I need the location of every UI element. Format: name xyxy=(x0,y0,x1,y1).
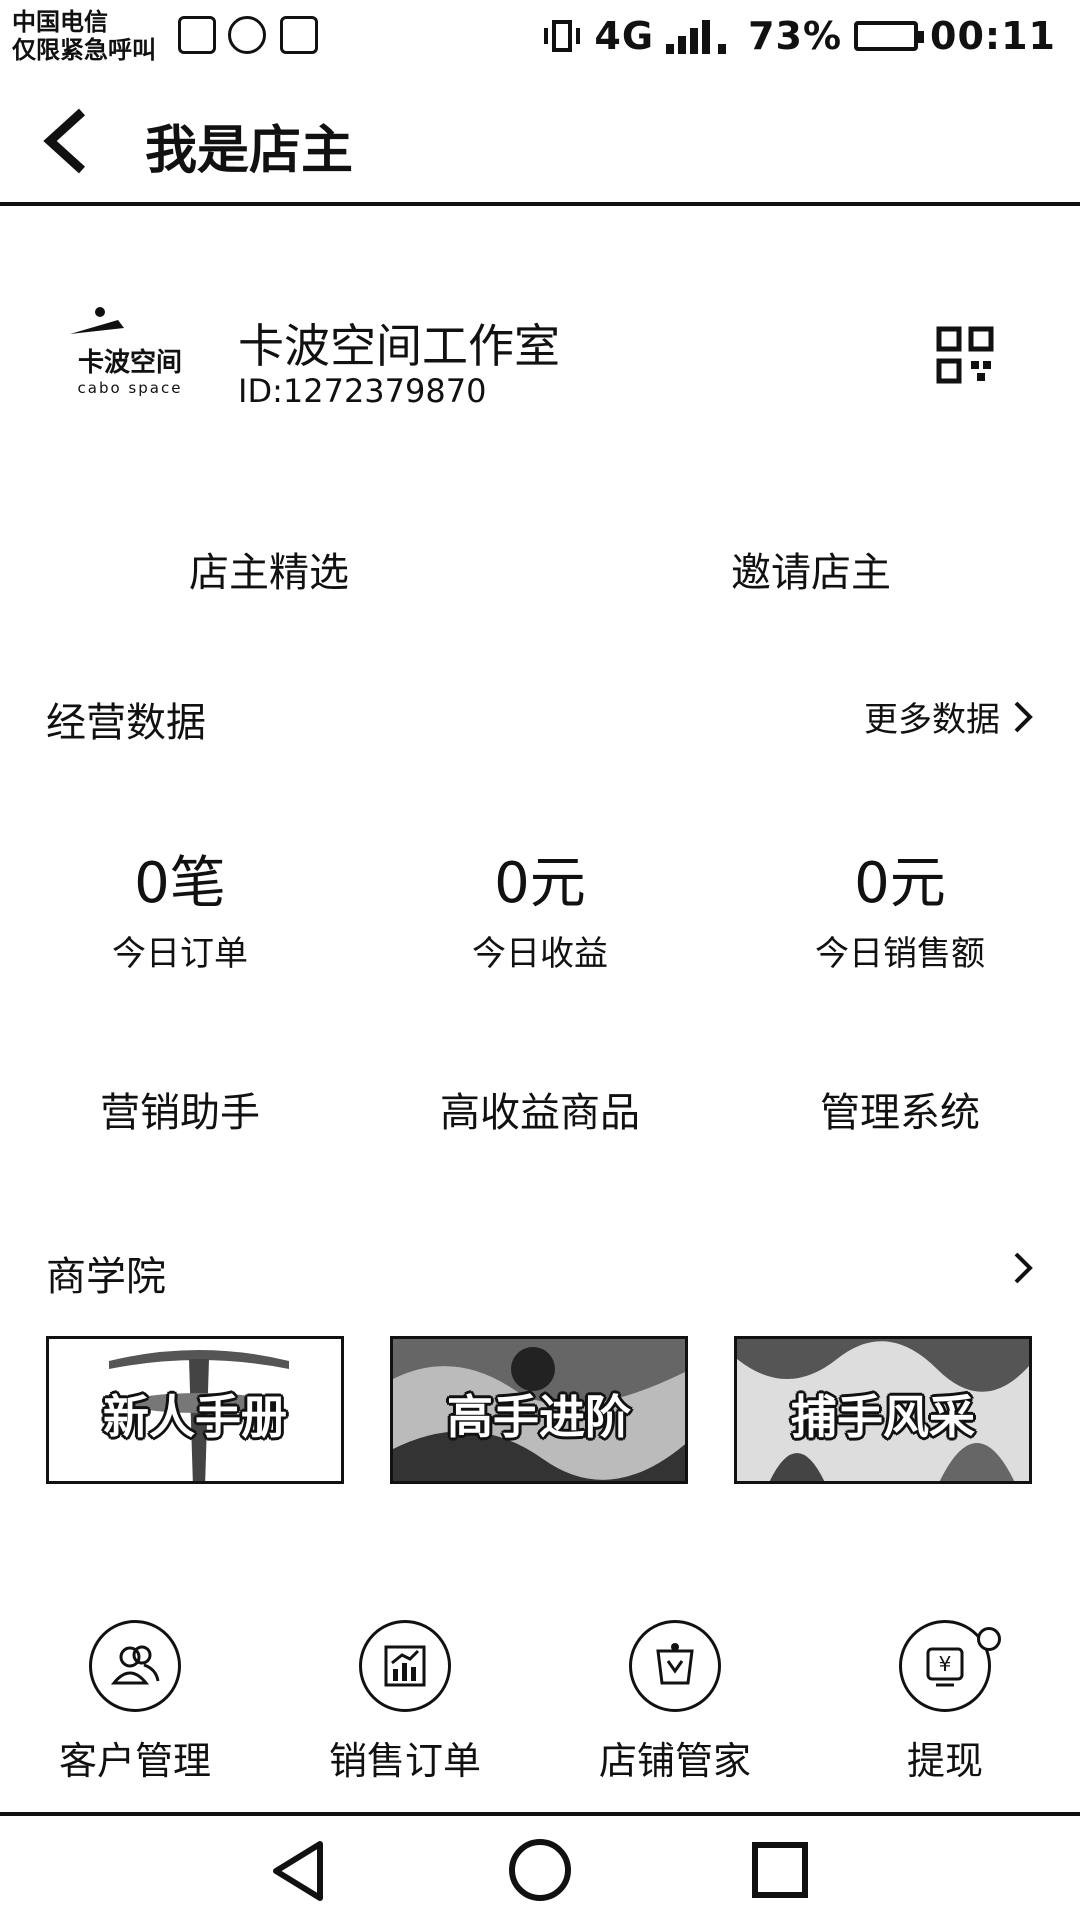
action-label: 提现 xyxy=(906,1739,983,1783)
academy-chevron-icon[interactable] xyxy=(1010,1248,1036,1288)
academy-card-newbie[interactable]: 新人手册 xyxy=(46,1336,344,1484)
more-data-link[interactable]: 更多数据 xyxy=(864,692,1036,741)
battery-percent: 73% xyxy=(748,14,843,58)
users-icon xyxy=(89,1620,181,1712)
notification-dot xyxy=(977,1627,1001,1651)
qr-code-icon[interactable] xyxy=(936,326,994,384)
app-notification-icon xyxy=(280,16,318,54)
camera-notification-icon xyxy=(228,16,266,54)
nav-recents-icon[interactable] xyxy=(750,1840,810,1900)
action-label: 客户管理 xyxy=(58,1739,211,1783)
vibrate-icon xyxy=(544,20,581,52)
customer-management-button[interactable]: 客户管理 xyxy=(0,1620,270,1785)
stat-value: 0元 xyxy=(494,851,586,916)
high-profit-goods-button[interactable]: 高收益商品 xyxy=(380,1080,700,1138)
clock: 00:11 xyxy=(930,14,1056,58)
stat-label: 今日收益 xyxy=(472,934,608,974)
shop-id: ID:1272379870 xyxy=(238,372,487,410)
stat-orders[interactable]: 0笔 今日订单 xyxy=(30,852,330,975)
status-bar: 中国电信 仅限紧急呼叫 4G 73% 00:11 xyxy=(0,0,1080,80)
carrier-info: 中国电信 仅限紧急呼叫 xyxy=(12,8,156,64)
card-label: 捕手风采 xyxy=(791,1390,975,1444)
card-label: 高手进阶 xyxy=(447,1390,631,1444)
card-label: 新人手册 xyxy=(103,1390,287,1444)
nav-home-icon[interactable] xyxy=(506,1836,574,1904)
back-arrow-icon[interactable] xyxy=(38,106,98,176)
more-data-label: 更多数据 xyxy=(864,700,1000,740)
signal-icon xyxy=(666,20,727,54)
stat-label: 今日销售额 xyxy=(815,934,985,974)
sales-orders-button[interactable]: 销售订单 xyxy=(270,1620,540,1785)
stat-sales[interactable]: 0元 今日销售额 xyxy=(750,852,1050,975)
business-data-title: 经营数据 xyxy=(46,700,206,746)
marketing-assistant-button[interactable]: 营销助手 xyxy=(20,1080,340,1138)
svg-text:¥: ¥ xyxy=(939,1652,952,1676)
status-indicators: 4G 73% 00:11 xyxy=(542,14,1056,58)
action-label: 店铺管家 xyxy=(598,1739,751,1783)
chart-icon xyxy=(359,1620,451,1712)
logo-subtext: cabo space xyxy=(77,379,183,397)
shop-manager-button[interactable]: 店铺管家 xyxy=(540,1620,810,1785)
nav-back-icon[interactable] xyxy=(268,1838,330,1904)
stat-value: 0元 xyxy=(854,851,946,916)
stat-value: 0笔 xyxy=(134,851,226,916)
shop-name: 卡波空间工作室 xyxy=(238,319,560,373)
academy-title: 商学院 xyxy=(46,1254,166,1300)
tab-featured[interactable]: 店主精选 xyxy=(69,540,469,598)
academy-card-showcase[interactable]: 捕手风采 xyxy=(734,1336,1032,1484)
shop-icon xyxy=(629,1620,721,1712)
carrier-name: 中国电信 xyxy=(12,8,108,36)
logo-text: 卡波空间 xyxy=(77,348,182,378)
network-type: 4G xyxy=(594,14,655,58)
page-title: 我是店主 xyxy=(145,121,354,181)
management-system-button[interactable]: 管理系统 xyxy=(740,1080,1060,1138)
notification-icon xyxy=(178,16,216,54)
stat-label: 今日订单 xyxy=(112,934,248,974)
chevron-right-icon xyxy=(1014,701,1033,732)
action-label: 销售订单 xyxy=(328,1739,481,1783)
emergency-only-text: 仅限紧急呼叫 xyxy=(12,36,156,64)
battery-icon xyxy=(854,21,925,51)
app-header: 我是店主 xyxy=(0,80,1080,206)
stat-earnings[interactable]: 0元 今日收益 xyxy=(390,852,690,975)
academy-card-advanced[interactable]: 高手进阶 xyxy=(390,1336,688,1484)
system-nav-bar xyxy=(0,1812,1080,1924)
withdraw-button[interactable]: ¥ 提现 xyxy=(810,1620,1080,1785)
shop-logo: 卡波空间 cabo space xyxy=(60,300,200,400)
tab-invite[interactable]: 邀请店主 xyxy=(611,540,1011,598)
logo-mark-icon xyxy=(70,307,124,334)
